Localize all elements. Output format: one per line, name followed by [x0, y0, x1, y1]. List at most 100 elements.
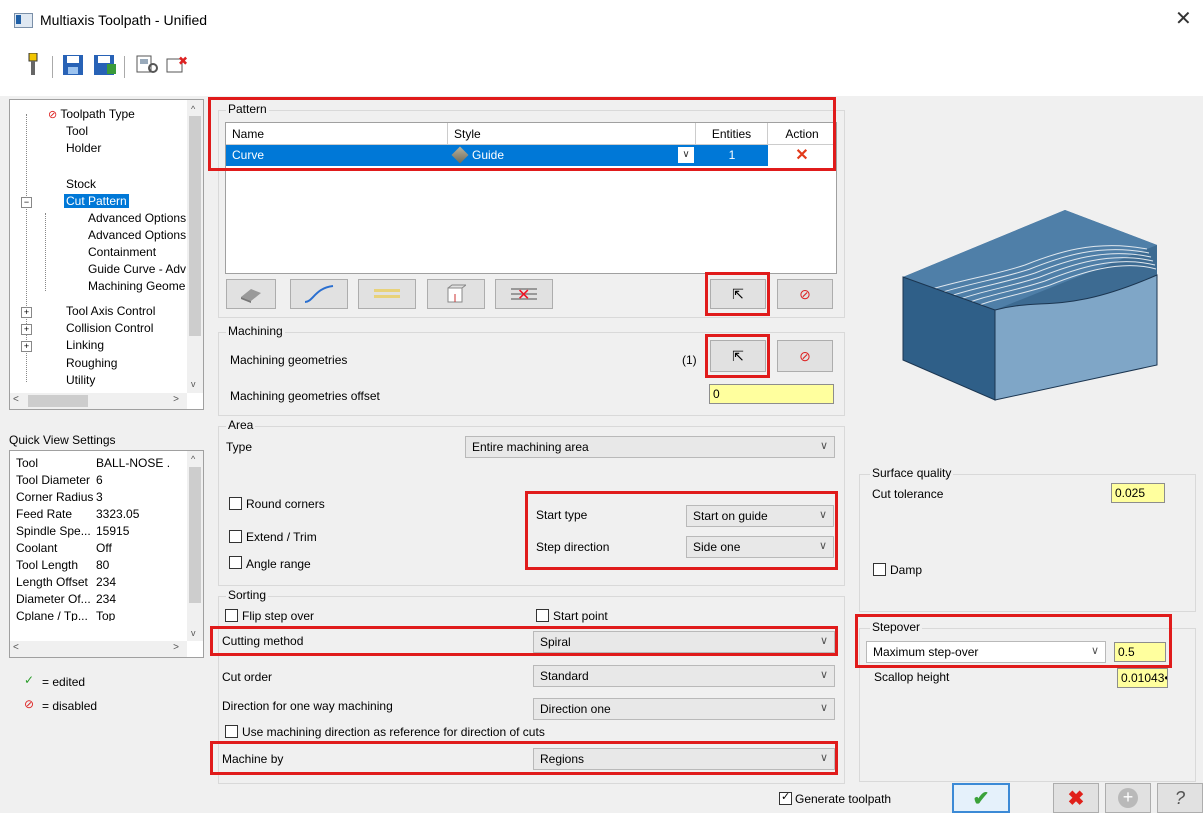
- expand-icon[interactable]: +: [21, 324, 32, 335]
- clear-pattern-button[interactable]: ⊘: [777, 279, 833, 309]
- round-corners-label: Round corners: [246, 497, 325, 511]
- highlight-cutting-method: [210, 626, 838, 656]
- area-type-dropdown[interactable]: Entire machining area ∨: [465, 436, 835, 458]
- use-machining-direction-checkbox[interactable]: [225, 725, 238, 738]
- tree-item-tool[interactable]: Tool: [66, 124, 88, 138]
- area-group-label: Area: [226, 418, 256, 432]
- angle-range-label: Angle range: [246, 557, 311, 571]
- preview-icon[interactable]: [134, 52, 160, 78]
- qv-value: 234: [96, 575, 117, 589]
- tree-item-collision-control[interactable]: Collision Control: [66, 321, 153, 335]
- no-cursor-icon: ⊘: [799, 347, 811, 364]
- generate-toolpath-label: Generate toolpath: [795, 792, 892, 806]
- parameter-tree: ^ v < > ⊘ Toolpath Type Tool Holder Stoc…: [9, 99, 204, 410]
- qv-value: Top: [96, 609, 116, 621]
- highlight-start-step: [525, 491, 838, 570]
- expand-icon[interactable]: +: [21, 307, 32, 318]
- delete-lines-icon[interactable]: ✕: [495, 279, 553, 309]
- scallop-height-label: Scallop height: [874, 670, 950, 684]
- quick-view-list: ^ v < > Tool BALL-NOSE . Tool Diameter 6…: [9, 450, 204, 658]
- direction-one-way-dropdown[interactable]: Direction one ∨: [533, 698, 835, 720]
- highlight-stepover: [855, 614, 1172, 668]
- qv-key: Tool Diameter: [16, 473, 91, 487]
- round-corners-checkbox[interactable]: [229, 497, 242, 510]
- tree-vertical-scrollbar[interactable]: ^ v: [187, 100, 203, 393]
- collapse-icon[interactable]: −: [21, 197, 32, 208]
- toolbar-separator: [124, 56, 125, 78]
- disabled-icon: ⊘: [48, 109, 58, 121]
- damp-label: Damp: [890, 563, 923, 577]
- tree-item-machining-geometry[interactable]: Machining Geome: [88, 279, 185, 293]
- qv-key: Spindle Spe...: [16, 524, 91, 538]
- qv-key: Feed Rate: [16, 507, 73, 521]
- close-window-button[interactable]: ✕: [1175, 6, 1192, 31]
- scallop-height-input[interactable]: 0.01043•: [1117, 668, 1168, 688]
- extend-trim-checkbox[interactable]: [229, 530, 242, 543]
- qv-value: Off: [96, 541, 112, 555]
- chevron-down-icon: ∨: [819, 440, 828, 452]
- box-icon[interactable]: [427, 279, 485, 309]
- window-title: Multiaxis Toolpath - Unified: [40, 12, 208, 28]
- save-icon[interactable]: [60, 52, 86, 78]
- app-window-icon: [14, 13, 33, 28]
- qv-value: 80: [96, 558, 110, 572]
- flip-step-over-label: Flip step over: [242, 609, 315, 623]
- cut-order-dropdown[interactable]: Standard ∨: [533, 665, 835, 687]
- tree-item-tool-axis-control[interactable]: Tool Axis Control: [66, 304, 155, 318]
- chain-icon[interactable]: [226, 279, 276, 309]
- clear-machining-geometries-button[interactable]: ⊘: [777, 340, 833, 372]
- svg-text:✕: ✕: [517, 287, 530, 303]
- start-point-checkbox[interactable]: [536, 609, 549, 622]
- tree-item-holder[interactable]: Holder: [66, 141, 101, 155]
- machining-geometries-count: (1): [682, 353, 697, 367]
- qv-value: 234: [96, 592, 117, 606]
- cut-tolerance-input[interactable]: 0.025: [1111, 483, 1165, 503]
- damp-checkbox[interactable]: [873, 563, 886, 576]
- machining-offset-label: Machining geometries offset: [230, 389, 380, 403]
- surface-quality-label: Surface quality: [870, 466, 954, 480]
- start-point-label: Start point: [553, 609, 608, 623]
- tree-item-utility[interactable]: Utility: [66, 373, 95, 387]
- tree-item-toolpath-type[interactable]: ⊘ Toolpath Type: [48, 107, 135, 121]
- tree-horizontal-scrollbar[interactable]: < >: [10, 393, 187, 409]
- direction-one-way-label: Direction for one way machining: [222, 699, 393, 713]
- flip-step-over-checkbox[interactable]: [225, 609, 238, 622]
- angle-range-checkbox[interactable]: [229, 556, 242, 569]
- machining-offset-input[interactable]: 0: [709, 384, 834, 404]
- qv-key: Tool: [16, 456, 39, 470]
- tree-item-containment[interactable]: Containment: [88, 245, 156, 259]
- remove-icon[interactable]: ✖: [164, 52, 190, 78]
- expand-icon[interactable]: +: [21, 341, 32, 352]
- apply-button[interactable]: +: [1105, 783, 1151, 813]
- qv-key: Coolant: [16, 541, 58, 555]
- ok-button[interactable]: ✔: [952, 783, 1010, 813]
- help-icon: ?: [1174, 787, 1185, 808]
- quick-view-scrollbar[interactable]: ^ v: [187, 451, 203, 641]
- machining-group-label: Machining: [226, 324, 285, 338]
- tree-item-advanced-options-1[interactable]: Advanced Options: [88, 211, 186, 225]
- qv-key: Diameter Of...: [16, 592, 91, 606]
- tree-item-advanced-options-2[interactable]: Advanced Options: [88, 228, 186, 242]
- toolbar-separator: [52, 56, 53, 78]
- help-button[interactable]: ?: [1157, 783, 1203, 813]
- tree-item-stock[interactable]: Stock: [66, 177, 96, 191]
- generate-toolpath-checkbox[interactable]: ✓: [779, 791, 792, 805]
- edited-check-icon: ✓: [24, 673, 35, 687]
- svg-text:✖: ✖: [178, 54, 188, 68]
- tool-bit-icon[interactable]: [20, 52, 46, 78]
- parallel-lines-icon[interactable]: [358, 279, 416, 309]
- tree-item-linking[interactable]: Linking: [66, 338, 104, 352]
- use-machining-direction-label: Use machining direction as reference for…: [242, 725, 545, 739]
- cancel-button[interactable]: ✖: [1053, 783, 1099, 813]
- highlight-pattern-row: [208, 97, 836, 171]
- qv-value: 3323.05: [96, 507, 140, 521]
- plus-icon: +: [1118, 788, 1138, 808]
- tree-item-cut-pattern[interactable]: Cut Pattern: [64, 194, 129, 208]
- qv-value: 6: [96, 473, 103, 487]
- tree-item-guide-curve-adv[interactable]: Guide Curve - Adv: [88, 262, 186, 276]
- tree-item-roughing[interactable]: Roughing: [66, 356, 117, 370]
- qv-value: 3: [96, 490, 103, 504]
- sorting-group-label: Sorting: [226, 588, 269, 602]
- curve-icon[interactable]: [290, 279, 348, 309]
- save-as-icon[interactable]: [92, 52, 118, 78]
